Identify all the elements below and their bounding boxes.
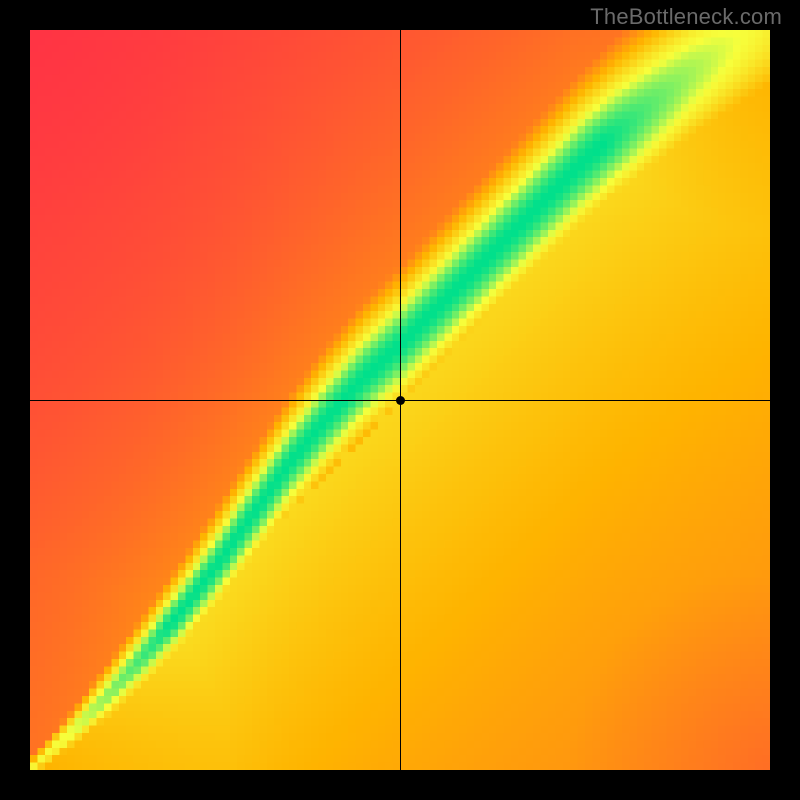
heatmap-plot bbox=[30, 30, 770, 770]
watermark-text: TheBottleneck.com bbox=[590, 4, 782, 30]
chart-frame: TheBottleneck.com bbox=[0, 0, 800, 800]
data-point-marker bbox=[396, 396, 405, 405]
